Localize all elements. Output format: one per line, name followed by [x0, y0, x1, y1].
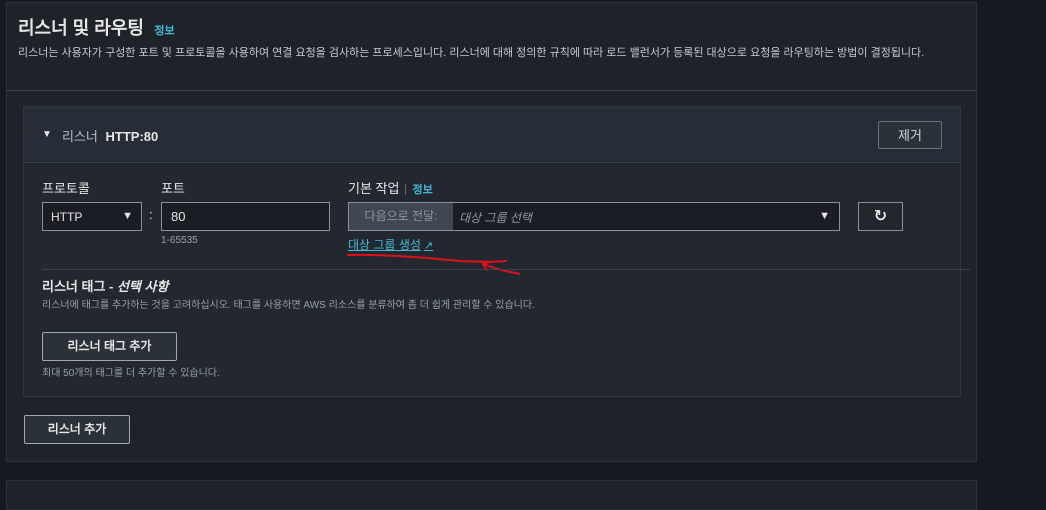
info-link[interactable]: 정보	[154, 25, 174, 37]
create-target-group-label: 대상 그룹 생성	[348, 238, 421, 252]
chevron-down-icon: ▼	[819, 210, 830, 222]
separator	[405, 184, 407, 196]
tags-description: 리스너에 태그를 추가하는 것을 고려하십시오. 태그를 사용하면 AWS 리소…	[42, 300, 535, 311]
divider	[6, 90, 977, 91]
listener-card-header[interactable]: ▼ 리스너 HTTP:80 제거	[24, 107, 960, 163]
tags-title-optional: 선택 사항	[116, 279, 169, 294]
protocol-select[interactable]: HTTP ▼	[42, 202, 142, 231]
section-description: 리스너는 사용자가 구성한 포트 및 프로토콜을 사용하여 연결 요청을 검사하…	[18, 47, 925, 59]
tags-divider	[42, 269, 970, 270]
listener-title: 리스너 HTTP:80	[62, 126, 158, 145]
listener-label: 리스너	[62, 129, 98, 144]
chevron-down-icon: ▼	[122, 210, 133, 222]
refresh-button[interactable]: ↻	[858, 202, 903, 231]
port-input[interactable]: 80	[161, 202, 330, 231]
listener-name: HTTP:80	[105, 129, 159, 144]
next-panel	[6, 480, 977, 510]
caret-down-icon[interactable]: ▼	[42, 129, 52, 140]
port-hint: 1-65535	[161, 235, 198, 246]
forward-to-prefix: 다음으로 전달:	[349, 203, 453, 230]
tags-title: 리스너 태그 - 선택 사항	[42, 276, 168, 295]
tags-title-main: 리스너 태그 -	[42, 279, 117, 294]
section-title: 리스너 및 라우팅	[18, 18, 144, 38]
tag-limit-hint: 최대 50개의 태그를 더 추가할 수 있습니다.	[42, 368, 220, 379]
section-header: 리스너 및 라우팅 정보 리스너는 사용자가 구성한 포트 및 프로토콜을 사용…	[18, 14, 963, 60]
default-action-label-wrap: 기본 작업 정보	[348, 178, 433, 197]
port-label: 포트	[161, 181, 185, 196]
colon-separator: :	[149, 207, 153, 222]
target-group-placeholder: 대상 그룹 선택	[459, 211, 532, 225]
default-action-info-link[interactable]: 정보	[412, 184, 432, 196]
default-action-select[interactable]: 다음으로 전달: 대상 그룹 선택 ▼	[348, 202, 840, 231]
create-target-group-link[interactable]: 대상 그룹 생성 ↗	[348, 236, 433, 253]
remove-button[interactable]: 제거	[878, 121, 942, 149]
protocol-label: 프로토콜	[42, 181, 90, 196]
add-listener-tag-button[interactable]: 리스너 태그 추가	[42, 332, 177, 361]
add-listener-button[interactable]: 리스너 추가	[24, 415, 130, 444]
protocol-value: HTTP	[51, 210, 83, 224]
external-link-icon: ↗	[423, 240, 434, 252]
default-action-label: 기본 작업	[348, 181, 400, 196]
refresh-icon: ↻	[873, 208, 888, 225]
